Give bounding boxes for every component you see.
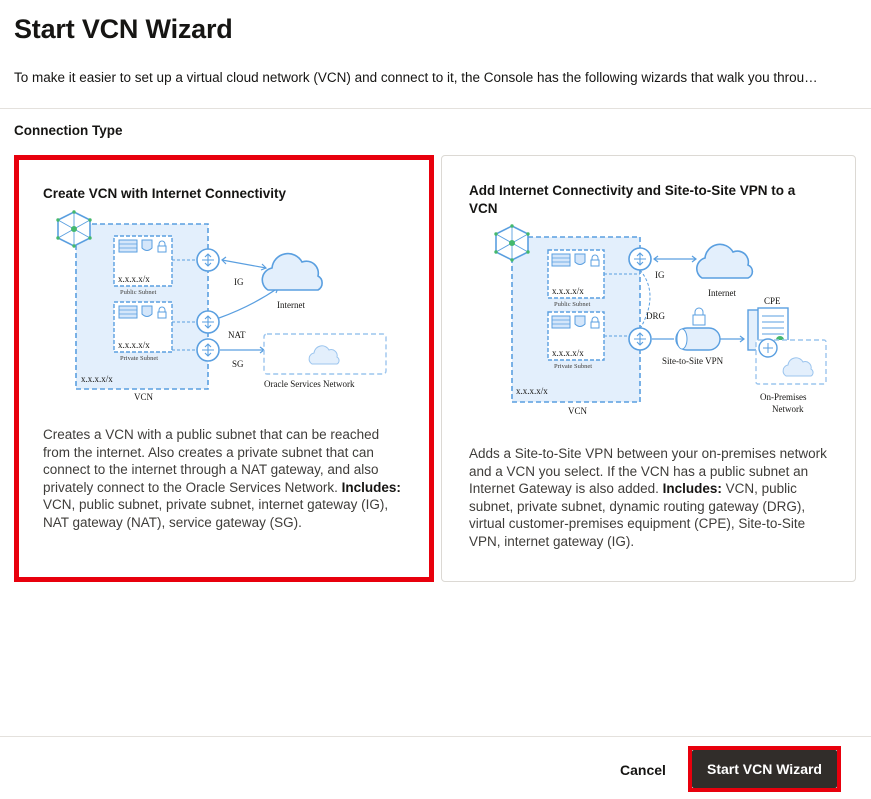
start-button-highlight: Start VCN Wizard bbox=[688, 746, 841, 792]
private-subnet-cidr: x.x.x.x/x bbox=[552, 348, 584, 358]
oracle-services-label: Oracle Services Network bbox=[264, 379, 355, 389]
public-subnet-cidr: x.x.x.x/x bbox=[552, 286, 584, 296]
ig-gateway-icon bbox=[628, 247, 652, 271]
internet-label: Internet bbox=[277, 300, 305, 310]
vcn-label: VCN bbox=[568, 406, 588, 416]
footer: Cancel Start VCN Wizard bbox=[0, 736, 871, 799]
intro-text: To make it easier to set up a virtual cl… bbox=[14, 70, 818, 85]
card-title: Create VCN with Internet Connectivity bbox=[43, 186, 287, 201]
nat-label: NAT bbox=[228, 330, 246, 340]
cpe-label: CPE bbox=[764, 296, 781, 306]
drg-gateway-icon bbox=[628, 327, 652, 351]
on-prem-label-2: Network bbox=[772, 404, 804, 414]
includes-text: VCN, public subnet, private subnet, inte… bbox=[43, 497, 389, 530]
ig-label: IG bbox=[655, 270, 665, 280]
card-site-to-site-vpn[interactable]: Add Internet Connectivity and Site-to-Si… bbox=[441, 155, 856, 582]
private-subnet-label: Private Subnet bbox=[120, 355, 158, 362]
ig-label: IG bbox=[234, 277, 244, 287]
card-description-text: Creates a VCN with a public subnet that … bbox=[43, 427, 380, 495]
card-description: Creates a VCN with a public subnet that … bbox=[43, 426, 403, 531]
internet-label: Internet bbox=[708, 288, 736, 298]
card-description: Adds a Site-to-Site VPN between your on-… bbox=[469, 445, 839, 550]
cancel-button[interactable]: Cancel bbox=[610, 758, 676, 782]
public-subnet-label: Public Subnet bbox=[120, 289, 156, 296]
vpn-diagram: x.x.x.x/x Public Subnet x.x.x.x/x Privat… bbox=[494, 224, 827, 416]
page-title: Start VCN Wizard bbox=[14, 14, 233, 44]
nat-gateway-icon bbox=[196, 310, 220, 334]
start-vcn-wizard-button[interactable]: Start VCN Wizard bbox=[692, 750, 837, 788]
private-subnet-label: Private Subnet bbox=[554, 363, 592, 370]
card-title: Add Internet Connectivity and Site-to-Si… bbox=[469, 183, 796, 216]
includes-label: Includes: bbox=[341, 479, 401, 495]
vcn-label: VCN bbox=[134, 392, 154, 402]
ig-gateway-icon bbox=[196, 248, 220, 272]
connection-type-label: Connection Type bbox=[14, 123, 123, 138]
on-prem-router-icon bbox=[758, 338, 778, 358]
vcn-cidr: x.x.x.x/x bbox=[516, 386, 548, 396]
internet-cloud-icon bbox=[261, 252, 323, 291]
public-subnet-cidr: x.x.x.x/x bbox=[118, 274, 150, 284]
internet-cloud-icon bbox=[696, 243, 754, 279]
on-prem-label-1: On-Premises bbox=[760, 392, 807, 402]
private-subnet-cidr: x.x.x.x/x bbox=[118, 340, 150, 350]
sg-label: SG bbox=[232, 359, 244, 369]
drg-label: DRG bbox=[646, 311, 666, 321]
vcn-internet-diagram: x.x.x.x/x Public Subnet x.x.x.x/x Privat… bbox=[56, 210, 387, 402]
vpn-tunnel-icon bbox=[675, 307, 721, 351]
vpn-label: Site-to-Site VPN bbox=[662, 356, 724, 366]
vcn-cidr: x.x.x.x/x bbox=[81, 374, 113, 384]
card-internet-connectivity[interactable]: Create VCN with Internet Connectivity x.… bbox=[14, 155, 434, 582]
includes-label: Includes: bbox=[662, 481, 722, 496]
public-subnet-label: Public Subnet bbox=[554, 301, 590, 308]
sg-gateway-icon bbox=[196, 338, 220, 362]
header-divider bbox=[0, 108, 871, 109]
